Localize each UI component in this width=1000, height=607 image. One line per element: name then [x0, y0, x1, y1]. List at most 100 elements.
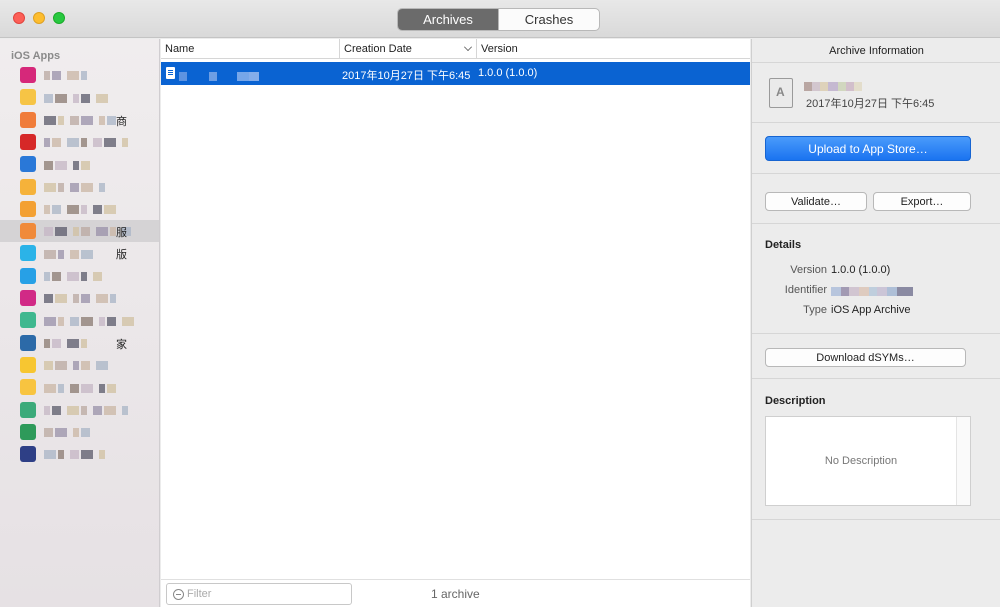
app-name [44, 291, 122, 304]
app-name [44, 157, 96, 170]
app-name [44, 403, 130, 415]
app-name [44, 336, 93, 348]
filter-icon [173, 589, 184, 600]
app-name-suffix: 服 [116, 227, 127, 240]
sidebar-app-item[interactable] [0, 309, 159, 331]
app-icon [20, 156, 36, 173]
app-icon [20, 267, 36, 284]
column-header-name[interactable]: Name [161, 39, 340, 59]
app-name [44, 358, 110, 371]
column-header-creation-date-label: Creation Date [344, 43, 412, 55]
archive-name [804, 79, 862, 93]
description-scrollbar[interactable] [956, 417, 970, 505]
filter-input[interactable] [187, 586, 347, 602]
archive-row-date: 2017年10月27日 下午6:45 [342, 70, 471, 82]
document-icon [166, 67, 175, 79]
chevron-down-icon [464, 43, 472, 51]
app-icon [20, 379, 36, 396]
description-header: Description [765, 395, 826, 407]
app-name [44, 68, 93, 81]
upload-to-app-store-button[interactable]: Upload to App Store… [765, 136, 971, 161]
app-name [44, 113, 122, 125]
app-name [44, 202, 122, 215]
archive-row-version: 1.0.0 (1.0.0) [478, 67, 538, 79]
archive-row-name [179, 69, 259, 83]
type-value: iOS App Archive [831, 304, 911, 316]
sidebar-app-item[interactable] [0, 421, 159, 443]
view-switcher: Archives Crashes [397, 8, 600, 31]
sidebar-app-item[interactable] [0, 86, 159, 108]
app-icon [20, 200, 36, 217]
sidebar-app-item[interactable] [0, 176, 159, 198]
sidebar-app-item[interactable]: 服 [0, 220, 159, 243]
sidebar-app-item[interactable] [0, 443, 159, 465]
app-icon [20, 89, 36, 106]
version-value: 1.0.0 (1.0.0) [831, 264, 891, 276]
list-footer: 1 archive [161, 579, 750, 607]
sidebar-app-item[interactable]: 版 [0, 242, 159, 264]
sidebar-app-item[interactable] [0, 376, 159, 398]
app-name [44, 380, 122, 393]
app-name [44, 246, 99, 259]
filter-field[interactable] [166, 583, 352, 605]
app-name [44, 425, 96, 438]
sidebar-app-item[interactable] [0, 153, 159, 175]
inspector-title: Archive Information [752, 39, 1000, 63]
sidebar-app-item[interactable] [0, 64, 159, 86]
details-header: Details [765, 239, 802, 251]
minimize-window-button[interactable] [33, 12, 45, 24]
sidebar-app-item[interactable]: 商 [0, 109, 159, 131]
validate-button[interactable]: Validate… [765, 192, 867, 211]
tab-crashes[interactable]: Crashes [498, 9, 599, 30]
title-bar: Archives Crashes [0, 0, 1000, 38]
archive-list: Name Creation Date Version 2017年10月27日 下… [161, 39, 750, 607]
app-name [44, 269, 104, 282]
sidebar-section-header: iOS Apps [11, 50, 61, 62]
app-name [44, 447, 107, 460]
sidebar-app-item[interactable] [0, 131, 159, 153]
app-icon [20, 356, 36, 373]
description-box[interactable]: No Description [765, 416, 971, 506]
app-icon [20, 67, 36, 83]
app-name-suffix: 版 [116, 249, 127, 262]
export-button[interactable]: Export… [873, 192, 971, 211]
tab-archives[interactable]: Archives [398, 9, 498, 30]
column-header-version[interactable]: Version [477, 39, 750, 59]
sidebar-app-item[interactable] [0, 287, 159, 309]
app-icon [20, 312, 36, 329]
sidebar-app-item[interactable] [0, 265, 159, 287]
app-icon [20, 223, 36, 240]
inspector-panel: Archive Information 2017年10月27日 下午6:45 U… [751, 39, 1000, 607]
sidebar: iOS Apps 商服版家 [0, 39, 160, 607]
description-placeholder: No Description [824, 455, 898, 467]
app-icon [20, 178, 36, 195]
zoom-window-button[interactable] [53, 12, 65, 24]
app-name [44, 313, 136, 326]
app-icon [20, 423, 36, 440]
archive-date: 2017年10月27日 下午6:45 [806, 98, 935, 110]
app-name [44, 135, 130, 148]
app-icon [20, 290, 36, 306]
app-icon [20, 401, 36, 418]
type-label: Type [803, 304, 827, 316]
close-window-button[interactable] [13, 12, 25, 24]
archive-row[interactable]: 2017年10月27日 下午6:45 1.0.0 (1.0.0) [161, 62, 750, 85]
organizer-window: Archives Crashes iOS Apps 商服版家 Name Crea… [0, 0, 1000, 607]
sidebar-app-item[interactable] [0, 198, 159, 220]
identifier-value [831, 285, 913, 297]
app-icon [20, 111, 36, 128]
identifier-label: Identifier [784, 284, 827, 296]
archive-icon [769, 78, 793, 108]
app-name [44, 90, 110, 103]
download-dsyms-button[interactable]: Download dSYMs… [765, 348, 966, 367]
app-icon [20, 334, 36, 351]
archive-count: 1 archive [431, 587, 480, 601]
sidebar-app-item[interactable] [0, 399, 159, 421]
app-icon [20, 245, 36, 262]
sidebar-app-item[interactable]: 家 [0, 332, 159, 354]
sidebar-app-item[interactable] [0, 354, 159, 376]
column-headers: Name Creation Date Version [161, 39, 750, 59]
column-header-creation-date[interactable]: Creation Date [340, 39, 477, 59]
app-name-suffix: 商 [116, 115, 127, 128]
app-icon [20, 133, 36, 150]
